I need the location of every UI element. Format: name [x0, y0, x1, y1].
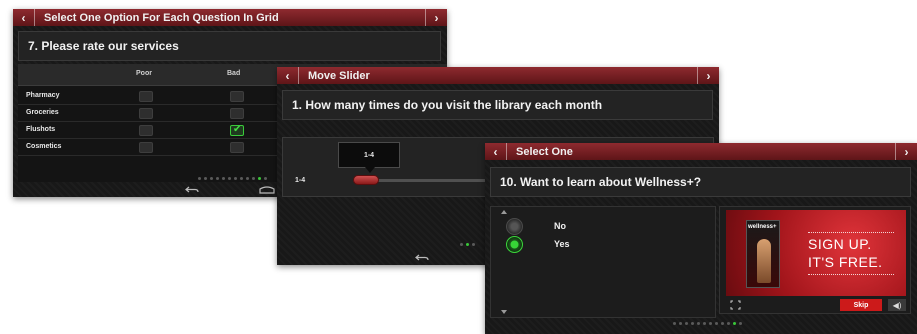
row-label: Cosmetics [26, 143, 62, 150]
row-label: Flushots [26, 126, 56, 133]
checkbox[interactable] [139, 142, 153, 153]
promo-text-line1: SIGN UP. [808, 236, 872, 252]
radio-yes[interactable] [506, 236, 523, 253]
back-button[interactable]: ‹ [277, 67, 299, 84]
promo-video[interactable]: wellness+ SIGN UP. IT'S FREE. [726, 210, 906, 296]
next-button[interactable]: › [697, 67, 719, 84]
next-button[interactable]: › [425, 9, 447, 26]
back-arrow-icon[interactable] [185, 186, 199, 194]
screen-title: Select One Option For Each Question In G… [44, 11, 279, 24]
option-label-no: No [554, 221, 566, 231]
checkbox[interactable] [139, 91, 153, 102]
question-text: 1. How many times do you visit the libra… [282, 90, 713, 120]
home-icon[interactable] [259, 186, 275, 194]
screen-title: Move Slider [308, 69, 370, 82]
select-one-screen: ‹ Select One › 10. Want to learn about W… [485, 143, 917, 334]
wellness-book-image: wellness+ [746, 220, 780, 288]
scroll-up-icon[interactable] [501, 210, 507, 214]
next-button[interactable]: › [895, 143, 917, 160]
checkbox[interactable] [230, 108, 244, 119]
back-button[interactable]: ‹ [13, 9, 35, 26]
slider-value-bubble: 1-4 [338, 142, 400, 173]
checkbox[interactable] [230, 142, 244, 153]
scroll-down-icon[interactable] [501, 310, 507, 314]
title-bar: ‹ Select One Option For Each Question In… [13, 9, 447, 26]
title-bar: ‹ Select One › [485, 143, 917, 160]
screen-title: Select One [516, 145, 573, 158]
options-panel: No Yes [490, 206, 716, 318]
video-panel: wellness+ SIGN UP. IT'S FREE. Skip ◀) [719, 206, 911, 314]
row-label: Groceries [26, 109, 59, 116]
promo-text-line2: IT'S FREE. [808, 254, 883, 270]
title-bar: ‹ Move Slider › [277, 67, 719, 84]
fullscreen-icon[interactable] [730, 300, 741, 310]
checkbox[interactable] [139, 108, 153, 119]
question-text: 10. Want to learn about Wellness+? [490, 167, 911, 197]
option-label-yes: Yes [554, 239, 570, 249]
page-indicator [460, 243, 475, 246]
back-arrow-icon[interactable] [415, 254, 429, 262]
book-title: wellness+ [748, 224, 777, 230]
row-label: Pharmacy [26, 92, 60, 99]
radio-no[interactable] [506, 218, 523, 235]
slider-thumb[interactable] [353, 175, 379, 185]
checkbox[interactable] [230, 91, 244, 102]
column-header-poor: Poor [136, 70, 152, 77]
slider-label: 1-4 [295, 177, 306, 184]
checkbox-checked[interactable] [230, 124, 244, 136]
volume-icon[interactable]: ◀) [888, 299, 906, 311]
raised-hand-image [757, 239, 771, 283]
checkbox[interactable] [139, 125, 153, 136]
page-indicator [198, 177, 267, 180]
question-text: 7. Please rate our services [18, 31, 441, 61]
column-header-bad: Bad [227, 70, 241, 77]
page-indicator [673, 322, 742, 325]
back-button[interactable]: ‹ [485, 143, 507, 160]
skip-button[interactable]: Skip [840, 299, 882, 311]
